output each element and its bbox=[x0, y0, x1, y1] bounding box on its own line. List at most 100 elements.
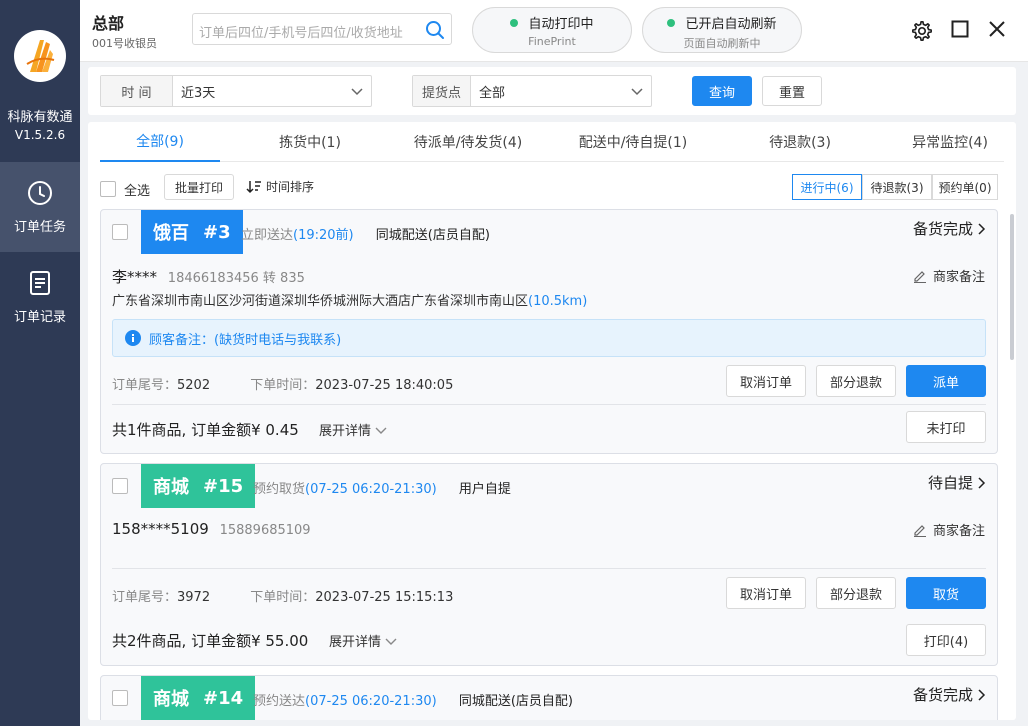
search-input[interactable]: 订单后四位/手机号后四位/收货地址 bbox=[192, 13, 452, 45]
merchant-note-label: 商家备注 bbox=[932, 270, 985, 285]
gear-icon[interactable] bbox=[911, 20, 933, 42]
tail-number-value: 5202 bbox=[177, 378, 211, 393]
app-version: V1.5.2.6 bbox=[14, 128, 66, 142]
order-card: 商城 #15 预约取货(07-25 06:20-21:30) 用户自提 待自提 … bbox=[100, 463, 998, 666]
cashier-label: 001号收银员 bbox=[92, 37, 157, 50]
order-status[interactable]: 待自提 bbox=[928, 472, 987, 493]
printer-name: FinePrint bbox=[528, 35, 576, 48]
pickup-point-control: 全部 bbox=[471, 76, 651, 106]
order-number: #14 bbox=[203, 687, 244, 709]
expand-details-button[interactable]: 展开详情 bbox=[329, 631, 397, 650]
time-filter-label: 时 间 bbox=[101, 76, 173, 106]
search-icon[interactable] bbox=[425, 20, 445, 40]
divider bbox=[112, 568, 986, 569]
tab-picking[interactable]: 拣货中(1) bbox=[250, 122, 370, 162]
refresh-status-label: 已开启自动刷新 bbox=[685, 17, 777, 32]
chevron-right-icon bbox=[978, 688, 986, 701]
seg-in-progress[interactable]: 进行中(6) bbox=[792, 174, 862, 200]
auto-print-status[interactable]: 自动打印中 FinePrint bbox=[472, 7, 632, 53]
customer-note-text: 顾客备注：(缺货时电话与我联系) bbox=[149, 332, 342, 348]
tab-exception-monitor[interactable]: 异常监控(4) bbox=[890, 122, 1010, 162]
merchant-note-label: 商家备注 bbox=[932, 524, 985, 539]
order-status[interactable]: 备货完成 bbox=[913, 218, 987, 239]
order-number: #3 bbox=[203, 221, 231, 243]
merchant-note-button[interactable]: 商家备注 bbox=[913, 520, 985, 539]
delivery-distance: (10.5km) bbox=[528, 294, 588, 309]
order-card: 饿百 #3 立即送达(19:20前) 同城配送(店员自配) 备货完成 李****… bbox=[100, 209, 998, 454]
close-icon[interactable] bbox=[988, 20, 1006, 38]
reset-button[interactable]: 重置 bbox=[762, 76, 822, 106]
order-status-label: 待自提 bbox=[927, 474, 973, 492]
order-time-label: 下单时间： bbox=[250, 378, 316, 393]
partial-refund-button[interactable]: 部分退款 bbox=[816, 577, 896, 609]
merchant-note-button[interactable]: 商家备注 bbox=[913, 266, 985, 285]
expand-details-label: 展开详情 bbox=[329, 635, 382, 650]
store-title: 总部 bbox=[92, 14, 125, 33]
order-panel: 全部(9) 拣货中(1) 待派单/待发货(4) 配送中/待自提(1) 待退款(3… bbox=[88, 122, 1016, 720]
order-status[interactable]: 备货完成 bbox=[913, 684, 987, 705]
chevron-down-icon bbox=[631, 88, 643, 96]
order-time-value: 2023-07-25 15:15:13 bbox=[315, 590, 454, 605]
customer-note-box: 顾客备注：(缺货时电话与我联系) bbox=[112, 319, 986, 357]
tab-all[interactable]: 全部(9) bbox=[100, 122, 220, 162]
pickup-point-label: 提货点 bbox=[413, 76, 471, 106]
pickup-point-filter[interactable]: 提货点 全部 bbox=[412, 75, 652, 107]
auto-refresh-status[interactable]: 已开启自动刷新 页面自动刷新中 bbox=[642, 7, 802, 53]
sidebar-item-order-tasks[interactable]: 订单任务 bbox=[0, 162, 80, 252]
cancel-order-button[interactable]: 取消订单 bbox=[726, 365, 806, 397]
cancel-order-button[interactable]: 取消订单 bbox=[726, 577, 806, 609]
chevron-down-icon bbox=[385, 638, 397, 645]
divider bbox=[112, 404, 986, 405]
partial-refund-button[interactable]: 部分退款 bbox=[816, 365, 896, 397]
seg-reservation[interactable]: 预约单(0) bbox=[932, 174, 998, 200]
seg-pending-refund[interactable]: 待退款(3) bbox=[862, 174, 932, 200]
chevron-down-icon bbox=[375, 427, 387, 434]
query-button[interactable]: 查询 bbox=[692, 76, 752, 106]
edit-icon bbox=[913, 524, 926, 537]
pickup-button[interactable]: 取货 bbox=[906, 577, 986, 609]
info-icon bbox=[125, 330, 141, 346]
list-toolbar: 全选 批量打印 时间排序 进行中(6) 待退款(3) 预约单(0) bbox=[100, 174, 1004, 202]
tab-delivering[interactable]: 配送中/待自提(1) bbox=[566, 122, 700, 162]
sidebar-item-order-records[interactable]: 订单记录 bbox=[0, 252, 80, 342]
tail-number-value: 3972 bbox=[177, 590, 211, 605]
print-button[interactable]: 打印(4) bbox=[906, 624, 986, 656]
time-filter-control: 近3天 bbox=[173, 76, 371, 106]
select-all-checkbox[interactable] bbox=[100, 181, 116, 197]
customer-name: 李**** bbox=[112, 268, 158, 286]
clock-icon bbox=[28, 180, 52, 205]
expand-details-button[interactable]: 展开详情 bbox=[319, 420, 387, 439]
time-sort-label: 时间排序 bbox=[266, 180, 315, 194]
delivery-method: 同城配送(店员自配) bbox=[458, 694, 573, 709]
document-icon bbox=[30, 270, 50, 295]
order-checkbox[interactable] bbox=[112, 690, 128, 706]
delivery-time: (07-25 06:20-21:30) bbox=[305, 482, 437, 497]
order-status-label: 备货完成 bbox=[912, 686, 973, 704]
delivery-time: (19:20前) bbox=[293, 228, 354, 243]
time-sort-button[interactable]: 时间排序 bbox=[246, 178, 314, 195]
print-button[interactable]: 未打印 bbox=[906, 411, 986, 443]
delivery-time: (07-25 06:20-21:30) bbox=[305, 694, 437, 709]
order-platform-badge: 商城 #14 bbox=[141, 676, 256, 720]
dispatch-button[interactable]: 派单 bbox=[906, 365, 986, 397]
edit-icon bbox=[913, 270, 926, 283]
delivery-info: 预约送达(07-25 06:20-21:30) 同城配送(店员自配) bbox=[253, 690, 573, 709]
scrollbar-thumb[interactable] bbox=[1010, 214, 1014, 360]
order-checkbox[interactable] bbox=[112, 224, 128, 240]
chevron-right-icon bbox=[978, 222, 986, 235]
delivery-info: 立即送达(19:20前) 同城配送(店员自配) bbox=[241, 224, 490, 243]
batch-print-button[interactable]: 批量打印 bbox=[164, 174, 234, 200]
address-text: 广东省深圳市南山区沙河街道深圳华侨城洲际大酒店广东省深圳市南山区 bbox=[112, 294, 529, 309]
order-tabs: 全部(9) 拣货中(1) 待派单/待发货(4) 配送中/待自提(1) 待退款(3… bbox=[100, 122, 1004, 162]
customer-phone: 15889685109 bbox=[219, 523, 311, 538]
sort-icon bbox=[246, 180, 261, 193]
delivery-type: 预约送达 bbox=[253, 694, 306, 709]
order-platform: 饿百 bbox=[153, 223, 189, 244]
time-filter[interactable]: 时 间 近3天 bbox=[100, 75, 372, 107]
order-checkbox[interactable] bbox=[112, 478, 128, 494]
tab-pending-dispatch[interactable]: 待派单/待发货(4) bbox=[396, 122, 540, 162]
search-placeholder: 订单后四位/手机号后四位/收货地址 bbox=[199, 26, 403, 41]
maximize-icon[interactable] bbox=[951, 20, 969, 38]
order-number: #15 bbox=[203, 475, 244, 497]
tab-pending-refund[interactable]: 待退款(3) bbox=[740, 122, 860, 162]
